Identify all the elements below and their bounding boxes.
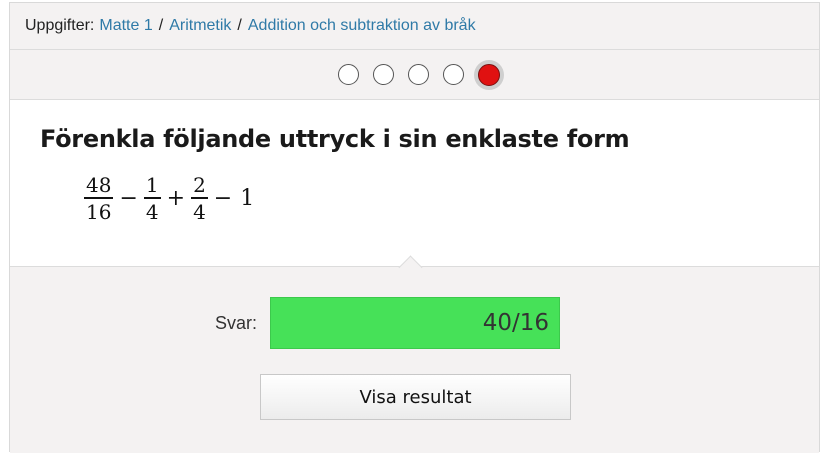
answer-label: Svar: [215, 313, 258, 333]
numerator: 1 [145, 173, 159, 197]
numerator: 2 [193, 173, 206, 197]
operator: − [119, 186, 138, 212]
progress-dot-4[interactable] [442, 64, 464, 85]
numerator: 48 [86, 173, 112, 197]
progress-dots [337, 63, 500, 86]
denominator: 16 [86, 199, 112, 224]
breadcrumb-link-matte-1[interactable]: Matte 1 [99, 17, 152, 35]
exercise-frame: Uppgifter: Matte 1 / Aritmetik / Additio… [9, 2, 820, 453]
operator: − [213, 186, 233, 212]
operator: + [166, 186, 186, 212]
fraction-term: 2 4 [191, 173, 208, 225]
question-title: Förenkla följande uttryck i sin enklaste… [40, 125, 630, 153]
progress-dot-5-current[interactable] [477, 63, 500, 86]
progress-dot-3[interactable] [407, 64, 429, 85]
progress-dot-1[interactable] [337, 64, 359, 85]
question-panel: Förenkla följande uttryck i sin enklaste… [10, 101, 819, 267]
progress-dot-2[interactable] [372, 64, 394, 85]
breadcrumb-link-addition-subtraktion[interactable]: Addition och subtraktion av bråk [248, 17, 476, 35]
answer-panel: Svar: 40/16 Visa resultat [10, 267, 819, 453]
show-result-button[interactable]: Visa resultat [260, 374, 571, 420]
fraction-term: 48 16 [84, 173, 114, 225]
breadcrumb-label: Uppgifter: [25, 17, 95, 34]
fraction-term: 1 4 [143, 173, 161, 225]
breadcrumb-separator: / [237, 17, 242, 34]
math-expression: 48 16 − 1 4 + 2 4 − 1 [82, 173, 258, 225]
breadcrumb-separator: / [158, 17, 164, 34]
denominator: 4 [145, 199, 159, 224]
integer-term: 1 [240, 186, 255, 212]
denominator: 4 [193, 199, 206, 224]
breadcrumb-link-aritmetik[interactable]: Aritmetik [169, 17, 231, 35]
answer-input[interactable]: 40/16 [270, 297, 560, 349]
breadcrumb: Uppgifter: Matte 1 / Aritmetik / Additio… [10, 3, 819, 50]
question-progress [10, 50, 819, 100]
